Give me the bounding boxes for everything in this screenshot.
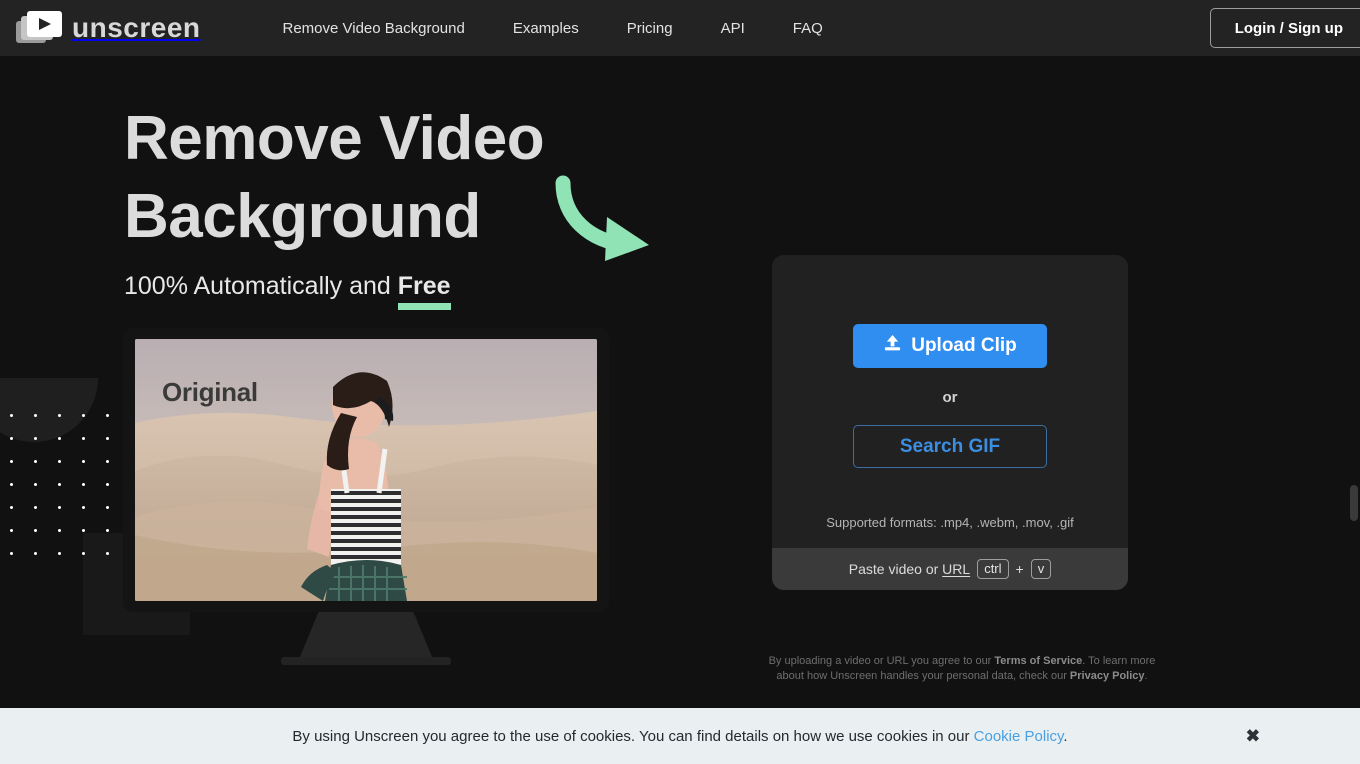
monitor-bezel: Original (123, 328, 609, 612)
nav-item-api[interactable]: API (697, 20, 769, 37)
nav-item-remove-video-background[interactable]: Remove Video Background (259, 20, 489, 37)
paste-url-link[interactable]: URL (942, 561, 970, 577)
legal-part1: By uploading a video or URL you agree to… (768, 655, 995, 667)
curved-arrow-down-right-icon (553, 175, 657, 270)
page-title-line2: Background (124, 182, 481, 251)
monitor-stand-base (281, 657, 451, 665)
upload-card: Upload Clip or Search GIF Supported form… (772, 255, 1128, 590)
logo-text: unscreen (72, 12, 201, 43)
nav-item-faq[interactable]: FAQ (769, 20, 847, 37)
site-header: unscreen Remove Video Background Example… (0, 0, 1360, 56)
cookie-banner: By using Unscreen you agree to the use o… (0, 708, 1360, 764)
hero-section: Remove Video Background 100% Automatical… (124, 100, 545, 310)
hero-subtitle: 100% Automatically and Free (124, 272, 544, 310)
keycap-v: v (1030, 559, 1052, 579)
paste-video-footer: Paste video or URL ctrl + v (772, 548, 1128, 590)
decorative-dot-grid (10, 414, 130, 575)
page-title: Remove Video Background (124, 100, 545, 256)
monitor-stand-neck (300, 612, 432, 657)
search-gif-button[interactable]: Search GIF (853, 425, 1047, 468)
nav-item-pricing[interactable]: Pricing (603, 20, 697, 37)
original-label: Original (162, 377, 258, 407)
cookie-text-before: By using Unscreen you agree to the use o… (292, 727, 974, 745)
cookie-text-after: . (1063, 727, 1068, 745)
hero-subtitle-highlight: Free (397, 272, 451, 310)
page-title-line1: Remove Video (124, 104, 545, 173)
hero-subtitle-prefix: 100% Automatically and (124, 272, 398, 300)
or-separator-label: or (942, 389, 958, 406)
nav-item-examples[interactable]: Examples (489, 20, 603, 37)
login-signup-button[interactable]: Login / Sign up (1209, 8, 1360, 48)
cookie-banner-text: By using Unscreen you agree to the use o… (292, 728, 1067, 745)
legal-disclaimer: By uploading a video or URL you agree to… (762, 654, 1162, 684)
upload-clip-label: Upload Clip (911, 335, 1017, 356)
video-screen[interactable]: Original (135, 339, 597, 601)
terms-of-service-link[interactable]: Terms of Service (994, 655, 1082, 667)
upload-clip-button[interactable]: Upload Clip (853, 324, 1047, 368)
page-scrollbar-thumb[interactable] (1350, 485, 1358, 521)
legal-part3: . (1144, 670, 1148, 682)
privacy-policy-link[interactable]: Privacy Policy (1070, 670, 1145, 682)
video-preview-monitor: Original (123, 328, 609, 665)
upload-icon (883, 334, 902, 359)
cookie-policy-link[interactable]: Cookie Policy (974, 728, 1064, 745)
keycap-ctrl: ctrl (977, 559, 1009, 579)
keycap-plus: + (1015, 561, 1024, 577)
main-nav: Remove Video Background Examples Pricing… (259, 20, 847, 37)
paste-video-label: Paste video or URL (848, 561, 971, 577)
upload-card-body: Upload Clip or Search GIF Supported form… (772, 255, 1128, 548)
supported-formats-text: Supported formats: .mp4, .webm, .mov, .g… (826, 515, 1074, 530)
video-stack-play-icon (16, 11, 62, 45)
logo-link[interactable]: unscreen (16, 11, 201, 45)
close-icon[interactable]: ✖ (1246, 728, 1260, 745)
